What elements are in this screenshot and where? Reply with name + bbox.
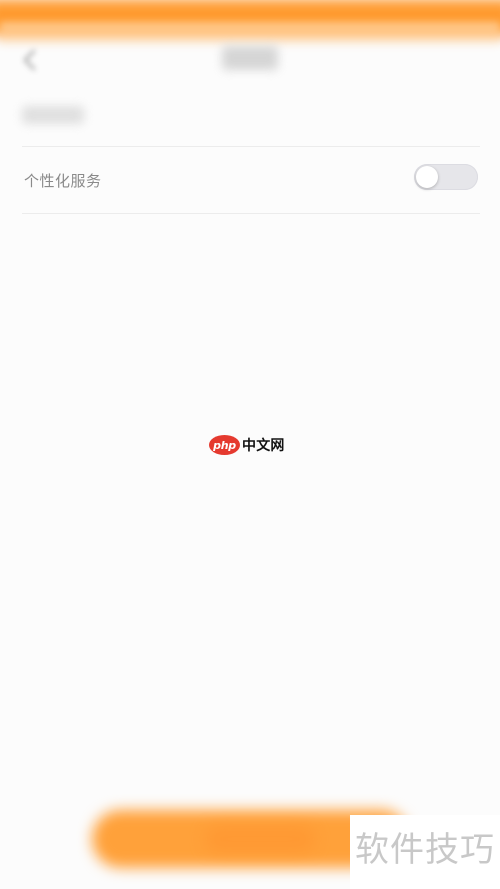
personalized-service-label: 个性化服务 — [24, 172, 102, 190]
section-header — [22, 106, 84, 124]
php-logo-badge: php — [209, 435, 240, 455]
settings-row-personalized-service[interactable]: 个性化服务 — [22, 147, 480, 213]
divider — [22, 213, 480, 214]
corner-badge: 软件技巧 — [350, 815, 500, 889]
navigation-bar — [0, 34, 500, 94]
chevron-left-icon[interactable] — [20, 48, 40, 72]
bottom-action-button-shade — [205, 826, 315, 852]
toggle-knob — [416, 166, 438, 188]
personalized-service-toggle[interactable] — [414, 164, 478, 190]
page-title — [222, 46, 278, 70]
php-cn-logo: php 中文网 — [209, 434, 285, 456]
php-logo-text: 中文网 — [242, 438, 285, 454]
corner-badge-text: 软件技巧 — [355, 830, 495, 870]
